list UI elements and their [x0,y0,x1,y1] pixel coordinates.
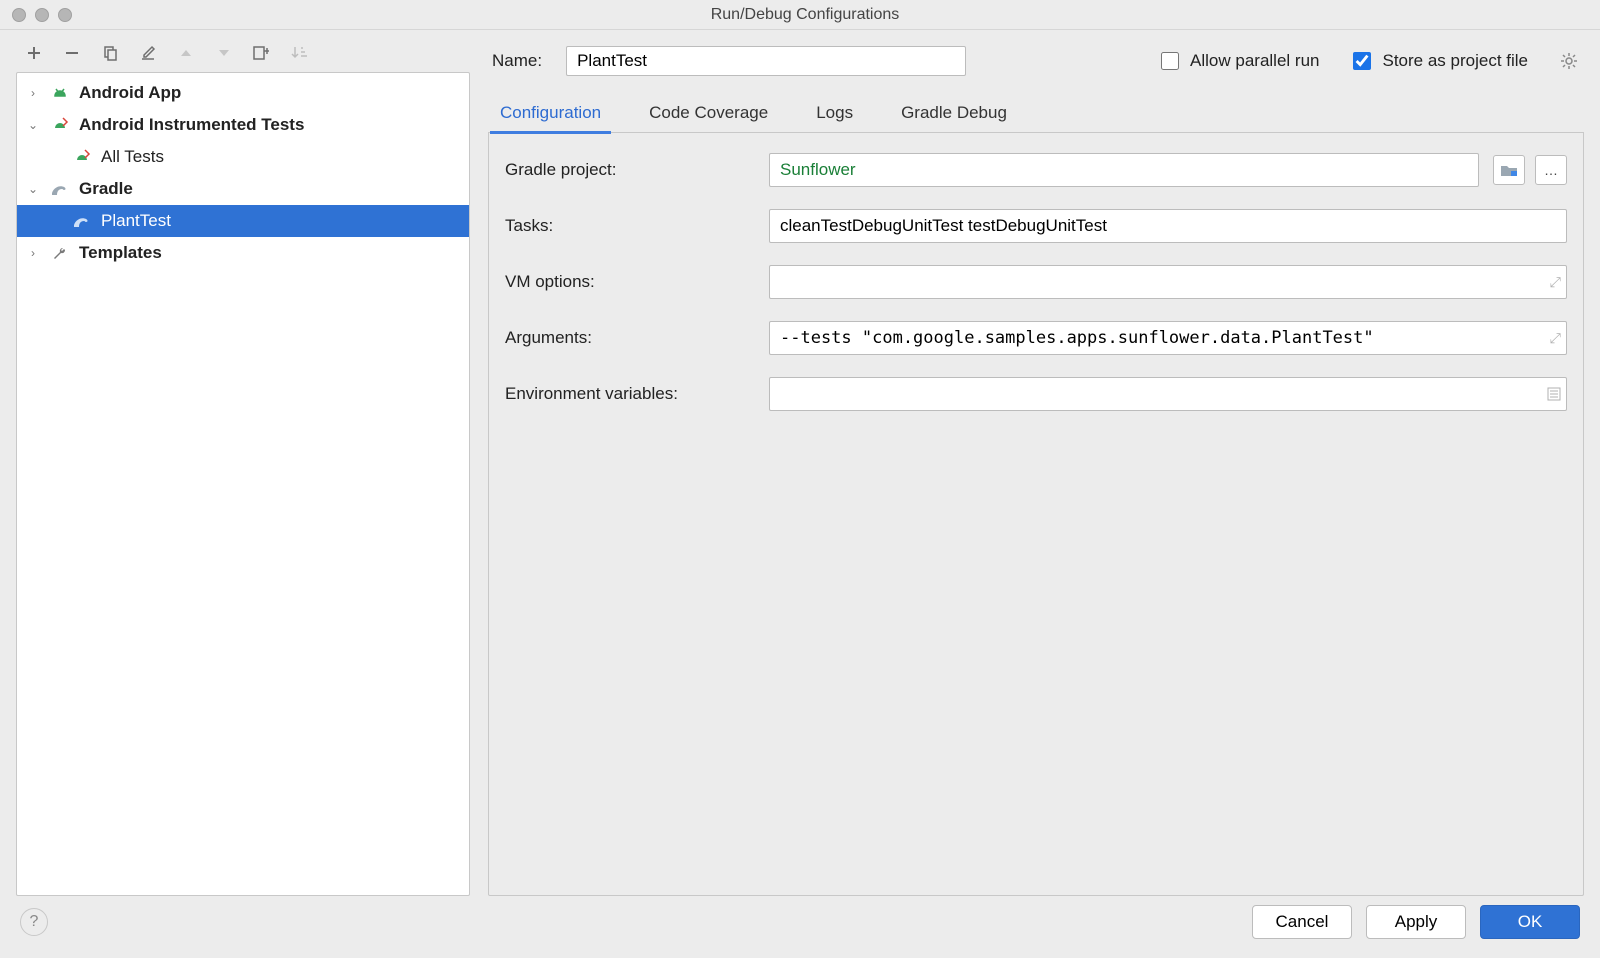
dialog-footer: ? Cancel Apply OK [0,896,1600,958]
window-traffic-lights [12,8,72,22]
tab-logs[interactable]: Logs [812,93,857,133]
save-config-button[interactable] [252,43,272,63]
chevron-right-icon[interactable]: › [23,86,43,100]
chevron-right-icon[interactable]: › [23,246,43,260]
config-tree: › Android App ⌄ Android Instrumented Tests A… [17,73,469,273]
remove-config-button[interactable] [62,43,82,63]
chevron-down-icon[interactable]: ⌄ [23,118,43,132]
tab-code-coverage[interactable]: Code Coverage [645,93,772,133]
sidebar-toolbar [16,40,470,72]
help-button[interactable]: ? [20,908,48,936]
name-row: Name: Allow parallel run Store as projec… [488,40,1584,92]
edit-templates-button[interactable] [138,43,158,63]
tasks-input[interactable] [769,209,1567,243]
allow-parallel-run-label: Allow parallel run [1190,51,1319,71]
config-tree-panel: › Android App ⌄ Android Instrumented Tests A… [16,72,470,896]
gradle-project-input[interactable] [769,153,1479,187]
minimize-window-dot[interactable] [35,8,49,22]
dialog-body: › Android App ⌄ Android Instrumented Tests A… [0,30,1600,958]
tree-item-label: Android App [79,83,181,103]
tree-item-label: Gradle [79,179,133,199]
tasks-label: Tasks: [505,216,755,236]
zoom-window-dot[interactable] [58,8,72,22]
store-as-project-file-check[interactable]: Store as project file [1349,49,1528,73]
wrench-icon [49,242,71,264]
tree-item-templates[interactable]: › Templates [17,237,469,269]
gradle-icon [49,178,71,200]
name-label: Name: [492,51,542,71]
window-title: Run/Debug Configurations [82,6,1528,24]
sidebar: › Android App ⌄ Android Instrumented Tests A… [16,40,470,896]
tree-item-label: All Tests [101,147,164,167]
configuration-form: Gradle project: … Tasks: [488,133,1584,896]
add-config-button[interactable] [24,43,44,63]
vm-options-label: VM options: [505,272,755,292]
allow-parallel-run-check[interactable]: Allow parallel run [1157,49,1319,73]
store-as-project-file-label: Store as project file [1382,51,1528,71]
env-vars-input[interactable] [769,377,1567,411]
android-test-icon [71,146,93,168]
gradle-project-browse-button[interactable] [1493,155,1525,185]
gradle-project-more-button[interactable]: … [1535,155,1567,185]
copy-config-button[interactable] [100,43,120,63]
tree-item-label: PlantTest [101,211,171,231]
move-up-button[interactable] [176,43,196,63]
gradle-project-label: Gradle project: [505,160,755,180]
android-icon [49,82,71,104]
tree-item-all-tests[interactable]: All Tests [17,141,469,173]
main-area: › Android App ⌄ Android Instrumented Tests A… [0,30,1600,896]
close-window-dot[interactable] [12,8,26,22]
apply-button[interactable]: Apply [1366,905,1466,939]
tree-item-label: Templates [79,243,162,263]
store-as-project-file-checkbox[interactable] [1353,52,1371,70]
tree-item-gradle[interactable]: ⌄ Gradle [17,173,469,205]
tree-item-planttest[interactable]: PlantTest [17,205,469,237]
allow-parallel-run-checkbox[interactable] [1161,52,1179,70]
config-tabs: Configuration Code Coverage Logs Gradle Deb… [488,92,1584,133]
move-down-button[interactable] [214,43,234,63]
arguments-label: Arguments: [505,328,755,348]
arguments-input[interactable] [769,321,1567,355]
tab-configuration[interactable]: Configuration [496,93,605,133]
tree-item-label: Android Instrumented Tests [79,115,304,135]
env-vars-label: Environment variables: [505,384,755,404]
tree-item-android-app[interactable]: › Android App [17,77,469,109]
tree-item-android-instrumented-tests[interactable]: ⌄ Android Instrumented Tests [17,109,469,141]
run-debug-configurations-window: Run/Debug Configurations [0,0,1600,958]
store-settings-gear-icon[interactable] [1558,50,1580,72]
chevron-down-icon[interactable]: ⌄ [23,182,43,196]
titlebar: Run/Debug Configurations [0,0,1600,30]
name-input[interactable] [566,46,966,76]
cancel-button[interactable]: Cancel [1252,905,1352,939]
config-editor: Name: Allow parallel run Store as projec… [488,40,1584,896]
ok-button[interactable]: OK [1480,905,1580,939]
gradle-icon [71,210,93,232]
sort-button[interactable] [290,43,310,63]
android-test-icon [49,114,71,136]
vm-options-input[interactable] [769,265,1567,299]
name-row-options: Allow parallel run Store as project file [1157,49,1580,73]
tab-gradle-debug[interactable]: Gradle Debug [897,93,1011,133]
